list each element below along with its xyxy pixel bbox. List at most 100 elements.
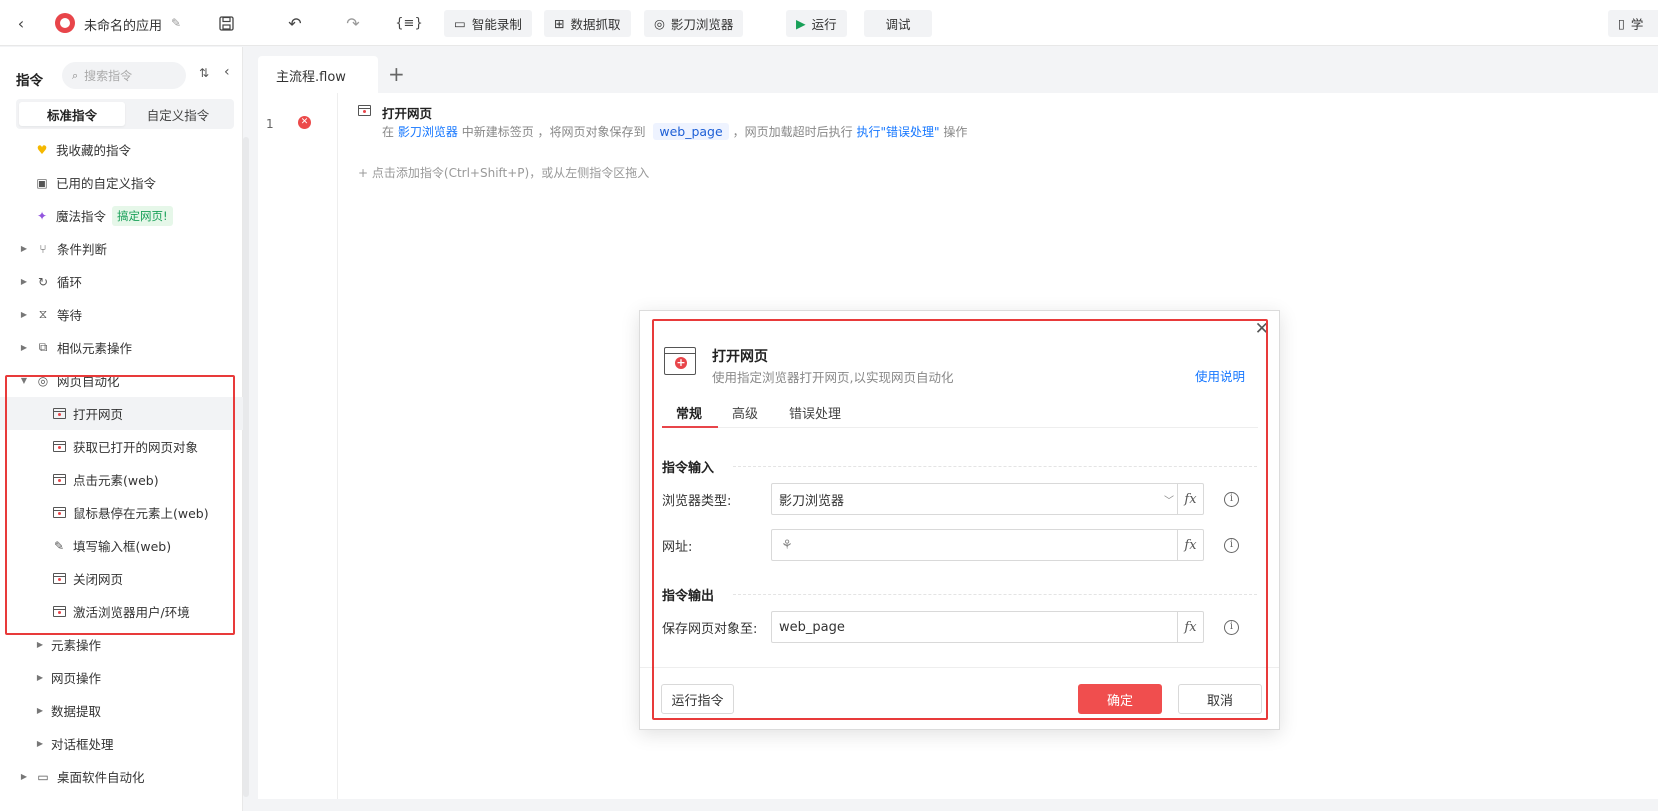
sidebar-title: 指令 xyxy=(16,73,43,89)
editor-tab-bar: 主流程.flow + xyxy=(258,56,1658,93)
add-tab-icon[interactable]: + xyxy=(388,62,405,86)
get-webpage-icon xyxy=(51,439,67,455)
add-command-hint[interactable]: + 点击添加指令(Ctrl+Shift+P)，或从左侧指令区拖入 xyxy=(358,164,649,181)
learn-button[interactable]: ▯ 学 xyxy=(1608,10,1658,37)
variable-chip: web_page xyxy=(653,123,729,140)
variables-icon[interactable]: {≡} xyxy=(395,11,422,35)
sidebar-item-hover-element[interactable]: 鼠标悬停在元素上(web) xyxy=(0,496,243,529)
sidebar-item-favorites[interactable]: ♥ 我收藏的指令 xyxy=(0,133,243,166)
sidebar-item-get-webpage[interactable]: 获取已打开的网页对象 xyxy=(0,430,243,463)
hourglass-icon: ⧖ xyxy=(38,307,48,321)
expand-caret-icon: ▶ xyxy=(20,244,28,253)
edit-name-icon[interactable]: ✎ xyxy=(164,11,188,35)
collapse-sidebar-icon[interactable]: ‹ xyxy=(224,64,230,80)
sidebar-item-element-ops[interactable]: ▶ 元素操作 xyxy=(0,628,243,661)
sidebar-item-condition[interactable]: ▶ ⑂ 条件判断 xyxy=(0,232,243,265)
command-search-input[interactable] xyxy=(84,68,173,83)
python-icon[interactable]: ⚘ xyxy=(779,537,795,553)
undo-icon[interactable]: ↶ xyxy=(283,11,307,35)
fx-icon[interactable]: fx xyxy=(1177,612,1203,642)
magic-badge: 搞定网页! xyxy=(112,205,173,226)
expand-caret-icon: ▶ xyxy=(36,640,44,649)
similar-elements-icon: ⧉ xyxy=(38,340,48,354)
confirm-button[interactable]: 确定 xyxy=(1078,684,1162,714)
save-icon[interactable] xyxy=(214,11,238,35)
run-command-button[interactable]: 运行指令 xyxy=(661,684,734,714)
browser-icon: ◎ xyxy=(37,373,49,388)
table-icon: ⊞ xyxy=(554,16,565,31)
info-icon[interactable]: i xyxy=(1224,538,1239,553)
expand-caret-icon: ▶ xyxy=(36,739,44,748)
expand-caret-icon: ▶ xyxy=(36,673,44,682)
sidebar-item-webpage-ops[interactable]: ▶ 网页操作 xyxy=(0,661,243,694)
plus-icon: + xyxy=(358,166,369,180)
tab-error-handling[interactable]: 错误处理 xyxy=(789,403,841,422)
line-number: 1 xyxy=(266,117,274,131)
open-webpage-dialog: ✕ 打开网页 使用指定浏览器打开网页,以实现网页自动化 使用说明 常规 高级 错… xyxy=(639,310,1280,730)
sidebar-item-click-element[interactable]: 点击元素(web) xyxy=(0,463,243,496)
fx-icon[interactable]: fx xyxy=(1177,530,1203,560)
tab-general[interactable]: 常规 xyxy=(676,403,702,422)
section-divider xyxy=(733,594,1257,595)
save-object-label: 保存网页对象至: xyxy=(662,622,758,637)
browser-icon: ◎ xyxy=(654,16,665,31)
input-section-title: 指令输入 xyxy=(662,461,715,476)
browser-type-select[interactable]: ﹀ fx xyxy=(771,483,1204,515)
sidebar-scrollbar[interactable] xyxy=(243,137,249,797)
browser-button[interactable]: ◎ 影刀浏览器 xyxy=(644,10,744,37)
top-toolbar: ‹ 未命名的应用 ✎ ↶ ↷ {≡} ▭ 智能录制 ⊞ 数据抓取 ◎ 影刀浏览器… xyxy=(0,0,1658,46)
tab-main-flow[interactable]: 主流程.flow xyxy=(258,56,378,93)
active-tab-indicator xyxy=(662,426,718,428)
expand-caret-icon: ▶ xyxy=(20,310,28,319)
browser-type-value[interactable] xyxy=(772,485,1161,513)
info-icon[interactable]: i xyxy=(1224,492,1239,507)
sidebar-item-web-automation[interactable]: ▼ ◎ 网页自动化 xyxy=(0,364,243,397)
step-title[interactable]: 打开网页 xyxy=(382,103,432,122)
dialog-title: 打开网页 xyxy=(712,349,768,365)
debug-button[interactable]: 调试 xyxy=(864,10,932,37)
app-name[interactable]: 未命名的应用 xyxy=(84,15,162,34)
save-object-field[interactable]: fx xyxy=(771,611,1204,643)
sidebar-item-activate-browser[interactable]: 激活浏览器用户/环境 xyxy=(0,595,243,628)
sidebar-item-magic[interactable]: ✦ 魔法指令 搞定网页! xyxy=(0,199,243,232)
expand-caret-icon: ▶ xyxy=(36,706,44,715)
sidebar-item-loop[interactable]: ▶ ↻ 循环 xyxy=(0,265,243,298)
activate-browser-icon xyxy=(51,604,67,620)
tab-advanced[interactable]: 高级 xyxy=(732,403,758,422)
sidebar-item-dialog-handling[interactable]: ▶ 对话框处理 xyxy=(0,727,243,760)
data-capture-button[interactable]: ⊞ 数据抓取 xyxy=(544,10,631,37)
fx-icon[interactable]: fx xyxy=(1177,484,1203,514)
click-element-icon xyxy=(51,472,67,488)
app-logo xyxy=(55,13,75,33)
tab-standard-commands[interactable]: 标准指令 xyxy=(19,102,125,126)
step-description[interactable]: 在 影刀浏览器 中新建标签页 ，将网页对象保存到 web_page ，网页加载超… xyxy=(382,123,967,140)
cancel-button[interactable]: 取消 xyxy=(1178,684,1262,714)
redo-icon[interactable]: ↷ xyxy=(341,11,365,35)
sidebar-item-open-webpage[interactable]: 打开网页 xyxy=(0,397,243,430)
sidebar-item-desktop-automation[interactable]: ▶ ▭ 桌面软件自动化 xyxy=(0,760,243,793)
sidebar-item-fill-input[interactable]: ✎ 填写输入框(web) xyxy=(0,529,243,562)
desktop-icon: ▭ xyxy=(37,769,49,784)
close-icon[interactable]: ✕ xyxy=(1255,319,1269,339)
url-input[interactable] xyxy=(795,531,1177,559)
browser-link: 影刀浏览器 xyxy=(397,125,458,139)
sidebar-item-data-extract[interactable]: ▶ 数据提取 xyxy=(0,694,243,727)
url-field[interactable]: ⚘ fx xyxy=(771,529,1204,561)
tab-custom-commands[interactable]: 自定义指令 xyxy=(125,102,231,126)
sidebar-item-wait[interactable]: ▶ ⧖ 等待 xyxy=(0,298,243,331)
command-search[interactable]: ⌕ xyxy=(62,62,186,89)
sidebar-item-similar-elements[interactable]: ▶ ⧉ 相似元素操作 xyxy=(0,331,243,364)
help-link[interactable]: 使用说明 xyxy=(1195,366,1245,385)
info-icon[interactable]: i xyxy=(1224,620,1239,635)
sort-icon[interactable]: ⇅ xyxy=(199,66,209,80)
sidebar-item-close-webpage[interactable]: 关闭网页 xyxy=(0,562,243,595)
save-object-input[interactable] xyxy=(772,613,1177,641)
run-button[interactable]: ▶ 运行 xyxy=(786,10,847,37)
error-action-link: 执行"错误处理" xyxy=(856,125,940,139)
smart-record-button[interactable]: ▭ 智能录制 xyxy=(444,10,532,37)
back-icon[interactable]: ‹ xyxy=(9,11,33,35)
chevron-down-icon[interactable]: ﹀ xyxy=(1161,492,1177,507)
command-sidebar: 指令 ⌕ ⇅ ‹ 标准指令 自定义指令 ♥ 我收藏的指令 ▣ 已用的自定义指令 … xyxy=(0,47,243,811)
error-icon[interactable]: ✕ xyxy=(298,116,311,129)
sidebar-item-used-custom[interactable]: ▣ 已用的自定义指令 xyxy=(0,166,243,199)
